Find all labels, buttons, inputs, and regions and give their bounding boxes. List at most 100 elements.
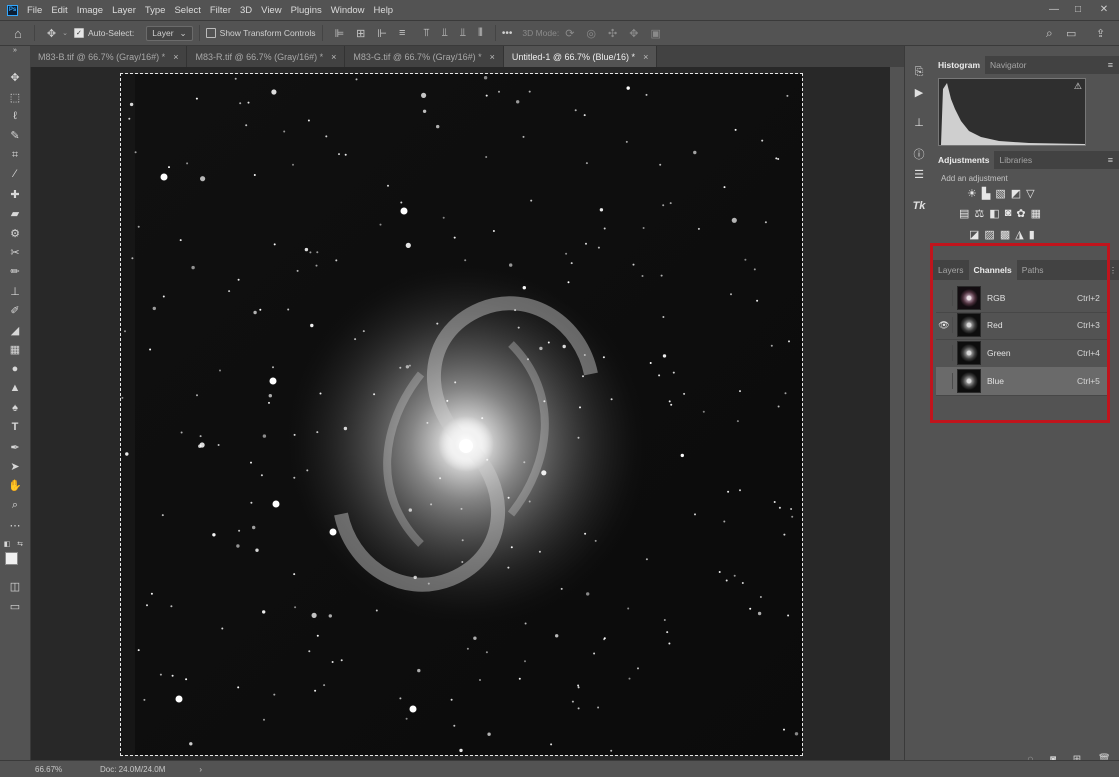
- auto-select-checkbox[interactable]: ✓: [73, 28, 84, 38]
- align-right-icon[interactable]: ⊩: [377, 27, 387, 40]
- move-tool-icon[interactable]: ✥: [47, 27, 56, 40]
- tab-libraries[interactable]: Libraries: [994, 151, 1037, 169]
- tk-plugin-icon[interactable]: Tk: [911, 198, 927, 214]
- screen-mode-icon[interactable]: ▭: [6, 598, 24, 614]
- dodge-tool-icon[interactable]: ▲: [6, 380, 24, 396]
- close-tab-icon[interactable]: ×: [490, 52, 495, 62]
- vibrance-icon[interactable]: ▽: [1026, 187, 1034, 200]
- gradient-map-icon[interactable]: ▮: [1029, 228, 1035, 241]
- healing-brush-icon[interactable]: ✚: [6, 186, 24, 202]
- color-balance-icon[interactable]: ⚖: [974, 207, 984, 220]
- type-tool-icon[interactable]: T: [6, 419, 24, 435]
- tool-preset-chevron-icon[interactable]: ⌄: [62, 29, 68, 37]
- more-options-button[interactable]: •••: [502, 28, 513, 39]
- scale-3d-icon[interactable]: ▣: [650, 27, 660, 40]
- zoom-tool-icon[interactable]: ⌕: [6, 497, 24, 513]
- align-left-icon[interactable]: ⊫: [335, 27, 345, 40]
- menu-help[interactable]: Help: [374, 5, 394, 16]
- panel-menu-icon[interactable]: ≡: [1108, 60, 1113, 70]
- distribute-icon[interactable]: ⦀: [478, 27, 483, 40]
- orbit-3d-icon[interactable]: ⟳: [565, 27, 574, 40]
- menu-layer[interactable]: Layer: [112, 5, 136, 16]
- minimize-button[interactable]: —: [1041, 0, 1067, 18]
- posterize-icon[interactable]: ▨: [984, 228, 994, 241]
- status-menu-arrow-icon[interactable]: ›: [199, 765, 202, 774]
- gradient-tool-icon[interactable]: ▦: [6, 341, 24, 357]
- close-tab-icon[interactable]: ×: [331, 52, 336, 62]
- bandaid-icon[interactable]: ▰: [6, 205, 24, 221]
- pen-tool-icon[interactable]: ♠: [6, 400, 24, 416]
- show-transform-checkbox[interactable]: [205, 28, 216, 38]
- tab-navigator[interactable]: Navigator: [985, 56, 1031, 74]
- menu-file[interactable]: File: [27, 5, 42, 16]
- exposure-icon[interactable]: ◩: [1011, 187, 1021, 200]
- tab-m83-r[interactable]: M83-R.tif @ 66.7% (Gray/16#) * ×: [187, 46, 346, 67]
- scissors-icon[interactable]: ✂: [6, 244, 24, 260]
- gear-icon[interactable]: ⚙: [6, 225, 24, 241]
- threshold-icon[interactable]: ▩: [1000, 228, 1010, 241]
- foreground-color-swatch[interactable]: [5, 552, 18, 565]
- clone-stamp-icon[interactable]: ⊥: [6, 283, 24, 299]
- home-icon[interactable]: ⌂: [14, 26, 22, 41]
- align-bottom-icon[interactable]: ⫫: [460, 27, 466, 40]
- menu-window[interactable]: Window: [331, 5, 365, 16]
- tab-adjustments[interactable]: Adjustments: [933, 151, 995, 169]
- menu-select[interactable]: Select: [174, 5, 200, 16]
- history-brush-icon[interactable]: ✐: [6, 302, 24, 318]
- align-middle-icon[interactable]: ≡: [399, 27, 405, 39]
- maximize-button[interactable]: □: [1065, 0, 1091, 18]
- hue-saturation-icon[interactable]: ▤: [959, 207, 969, 220]
- menu-filter[interactable]: Filter: [210, 5, 231, 16]
- tab-m83-b[interactable]: M83-B.tif @ 66.7% (Gray/16#) * ×: [30, 46, 188, 67]
- brush-tool-icon[interactable]: ✏: [6, 263, 24, 279]
- direct-select-icon[interactable]: ➤: [6, 458, 24, 474]
- photo-filter-icon[interactable]: ◙: [1005, 207, 1012, 220]
- selective-color-icon[interactable]: ◮: [1015, 228, 1023, 241]
- close-tab-icon[interactable]: ×: [643, 52, 648, 62]
- collapse-toolbar-icon[interactable]: »: [6, 46, 24, 54]
- galaxy-image-canvas[interactable]: [120, 73, 803, 756]
- actions-play-icon[interactable]: ▶: [911, 84, 927, 100]
- roll-3d-icon[interactable]: ◎: [586, 27, 596, 40]
- eyedropper-tool-icon[interactable]: ⁄: [6, 166, 24, 182]
- menu-edit[interactable]: Edit: [51, 5, 67, 16]
- share-icon[interactable]: ⇪: [1096, 27, 1105, 40]
- panel-menu-icon[interactable]: ≡: [1108, 155, 1113, 165]
- zoom-level[interactable]: 66.67%: [35, 765, 95, 774]
- slide-3d-icon[interactable]: ✥: [629, 27, 638, 40]
- path-select-icon[interactable]: ✒: [6, 439, 24, 455]
- channel-mixer-icon[interactable]: ✿: [1016, 207, 1025, 220]
- tab-m83-g[interactable]: M83-G.tif @ 66.7% (Gray/16#) * ×: [345, 46, 504, 67]
- menu-type[interactable]: Type: [145, 5, 166, 16]
- align-top-icon[interactable]: ⫪: [423, 27, 429, 40]
- swap-colors-icon[interactable]: ⇆: [15, 536, 25, 552]
- history-panel-icon[interactable]: ⎘: [911, 64, 927, 80]
- blur-tool-icon[interactable]: ●: [6, 361, 24, 377]
- default-colors-icon[interactable]: ◧: [2, 536, 12, 552]
- menu-view[interactable]: View: [261, 5, 281, 16]
- hand-tool-icon[interactable]: ✋: [6, 477, 24, 493]
- color-lookup-icon[interactable]: ▦: [1031, 207, 1041, 220]
- auto-select-target-dropdown[interactable]: Layer ⌄: [146, 25, 193, 41]
- adjust-sliders-icon[interactable]: ☰: [911, 166, 927, 182]
- invert-icon[interactable]: ◪: [969, 228, 979, 241]
- move-tool-icon[interactable]: ✥: [6, 69, 24, 85]
- properties-panel-icon[interactable]: ⊥: [911, 114, 927, 130]
- close-window-button[interactable]: ✕: [1091, 0, 1117, 18]
- panel-grip-icon[interactable]: ⋮⋮: [1109, 266, 1119, 275]
- search-icon[interactable]: ⌕: [1046, 26, 1053, 41]
- quick-select-tool-icon[interactable]: ✎: [6, 127, 24, 143]
- tab-untitled-1[interactable]: Untitled-1 @ 66.7% (Blue/16) * ×: [503, 46, 658, 67]
- marquee-tool-icon[interactable]: ⬚: [6, 89, 24, 105]
- eraser-tool-icon[interactable]: ◢: [6, 322, 24, 338]
- warning-icon[interactable]: ⚠: [1074, 81, 1082, 92]
- quick-mask-icon[interactable]: ◫: [6, 578, 24, 594]
- levels-icon[interactable]: ▙: [982, 187, 990, 200]
- menu-3d[interactable]: 3D: [240, 5, 252, 16]
- black-white-icon[interactable]: ◧: [989, 207, 999, 220]
- crop-tool-icon[interactable]: ⌗: [6, 147, 24, 163]
- more-tools-icon[interactable]: ⋯: [6, 517, 24, 533]
- menu-image[interactable]: Image: [77, 5, 103, 16]
- align-vcenter-icon[interactable]: ⫫: [442, 27, 448, 40]
- brightness-icon[interactable]: ☀: [967, 187, 977, 200]
